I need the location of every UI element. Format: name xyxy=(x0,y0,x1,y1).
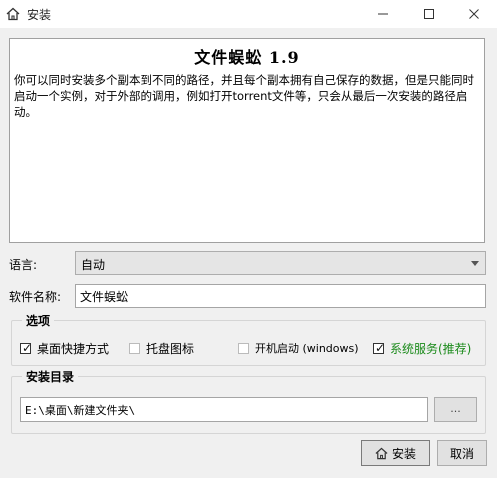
system-service-label: 系统服务(推荐) xyxy=(390,342,472,356)
home-icon xyxy=(6,7,20,21)
options-group-title: 选项 xyxy=(22,312,55,329)
checkbox-checked-icon: ✓ xyxy=(373,341,386,355)
window-title: 安装 xyxy=(27,8,52,22)
minimize-button[interactable] xyxy=(360,0,406,28)
language-select[interactable]: 自动 xyxy=(75,251,486,275)
checkbox-unchecked-icon xyxy=(129,343,140,354)
software-name-label: 软件名称: xyxy=(9,290,62,304)
description-panel: 文件蜈蚣 1.9 你可以同时安装多个副本到不同的路径，并且每个副本拥有自己保存的… xyxy=(9,38,485,243)
language-value: 自动 xyxy=(81,258,106,272)
cancel-button[interactable]: 取消 xyxy=(437,440,487,466)
language-label: 语言: xyxy=(9,258,38,272)
maximize-button[interactable] xyxy=(406,0,452,28)
cancel-button-label: 取消 xyxy=(449,446,474,461)
system-service-checkbox[interactable]: ✓ 系统服务(推荐) xyxy=(373,340,471,357)
close-button[interactable] xyxy=(451,0,497,28)
startup-label: 开机启动 (windows) xyxy=(255,342,359,355)
title-bar: 安装 xyxy=(0,0,497,28)
app-version-title: 文件蜈蚣 1.9 xyxy=(194,48,300,67)
desktop-shortcut-label: 桌面快捷方式 xyxy=(37,342,110,356)
close-icon xyxy=(469,9,479,19)
description-text: 你可以同时安装多个副本到不同的路径，并且每个副本拥有自己保存的数据，但是只能同时… xyxy=(14,73,474,119)
tray-icon-label: 托盘图标 xyxy=(146,342,195,356)
software-name-input[interactable] xyxy=(75,284,486,308)
options-group: 选项 ✓ 桌面快捷方式 托盘图标 开机启动 (windows) ✓ 系统服务(推… xyxy=(11,312,486,366)
browse-button[interactable]: ... xyxy=(434,397,477,422)
maximize-icon xyxy=(424,9,434,19)
minimize-icon xyxy=(378,13,388,15)
startup-checkbox[interactable]: 开机启动 (windows) xyxy=(238,340,359,356)
install-dir-input[interactable] xyxy=(20,397,428,422)
checkbox-checked-icon: ✓ xyxy=(20,341,33,355)
checkbox-unchecked-icon xyxy=(238,342,249,354)
install-button[interactable]: 安装 xyxy=(361,440,430,466)
chevron-down-icon xyxy=(471,261,479,266)
install-dir-group-title: 安装目录 xyxy=(22,368,79,385)
desktop-shortcut-checkbox[interactable]: ✓ 桌面快捷方式 xyxy=(20,340,109,357)
home-icon xyxy=(375,447,388,459)
install-button-label: 安装 xyxy=(391,446,416,461)
install-dir-group: 安装目录 ... xyxy=(11,368,486,434)
tray-icon-checkbox[interactable]: 托盘图标 xyxy=(129,340,194,357)
